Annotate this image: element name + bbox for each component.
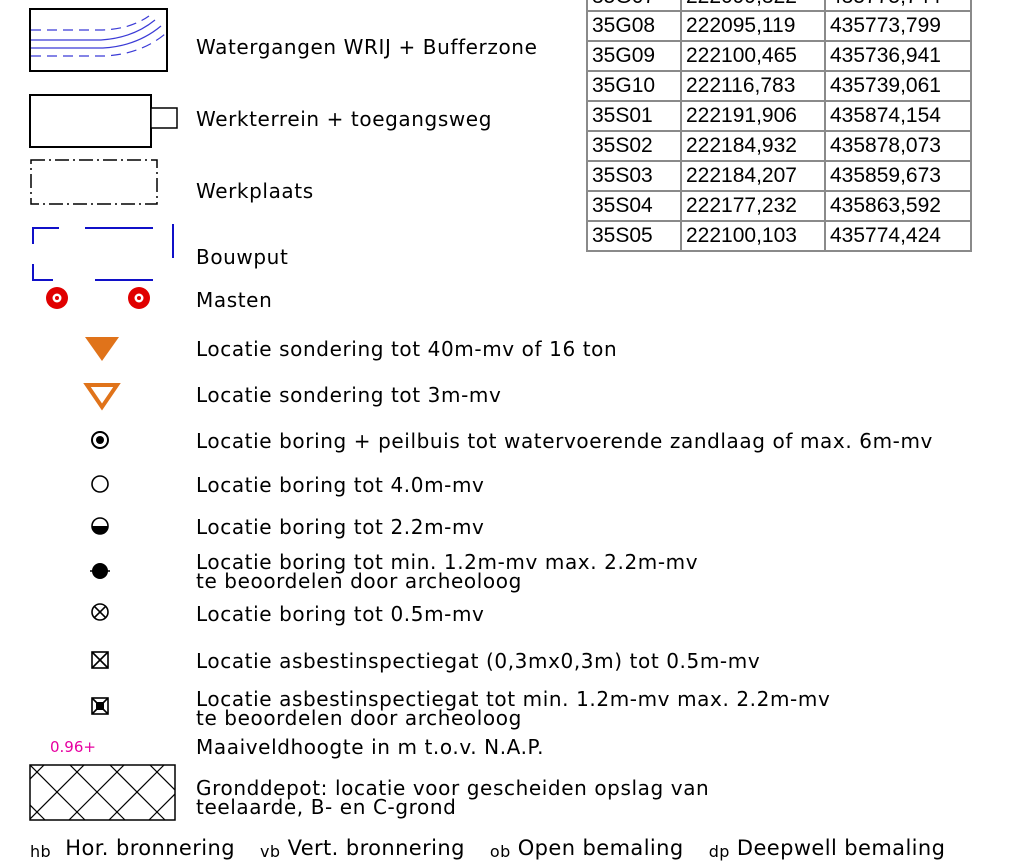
coordinate-cell-y: 435878,073 — [824, 130, 972, 162]
coordinate-row: 35S02 222184,932 435878,073 — [586, 130, 972, 162]
coordinate-cell-x: 222100,103 — [680, 220, 826, 252]
coordinate-cell-x: 222100,465 — [680, 40, 826, 72]
asbest-min-max-label-line2: te beoordelen door archeoloog — [196, 706, 522, 730]
werkterrein-symbol — [29, 94, 178, 148]
bemaling-label: Open bemaling — [517, 836, 684, 860]
coordinate-row: 35G08 222095,119 435773,799 — [586, 10, 972, 42]
boring-0-5m-icon — [91, 603, 109, 621]
bouwput-label: Bouwput — [196, 245, 289, 269]
coordinate-row: 35S03 222184,207 435859,673 — [586, 160, 972, 192]
coordinate-row: 35G07222099,322435775,744 — [586, 0, 972, 12]
coordinate-cell-y: 435773,799 — [824, 10, 972, 42]
bemaling-label: Deepwell bemaling — [736, 836, 946, 860]
bemaling-legend-row: hb Hor. bronnering vb Vert. bronnering o… — [30, 836, 963, 861]
coordinate-cell-id: 35G10 — [586, 70, 682, 102]
coordinate-cell-id: 35S04 — [586, 190, 682, 222]
coordinate-cell-id: 35S05 — [586, 220, 682, 252]
coordinate-cell-x: 222184,932 — [680, 130, 826, 162]
bemaling-item-dp: dp Deepwell bemaling — [708, 836, 946, 861]
masten-label: Masten — [196, 288, 273, 312]
coordinate-cell-y: 435859,673 — [824, 160, 972, 192]
watergangen-symbol — [29, 8, 168, 72]
coordinates-table-body: 35G07222099,322435775,74435G08222095,119… — [586, 0, 972, 252]
coordinate-cell-y: 435774,424 — [824, 220, 972, 252]
werkplaats-label: Werkplaats — [196, 179, 314, 203]
coordinate-cell-y: 435739,061 — [824, 70, 972, 102]
watergangen-label: Watergangen WRIJ + Bufferzone — [196, 35, 538, 59]
sondering-filled-triangle-icon — [85, 337, 119, 361]
sondering-40m-label: Locatie sondering tot 40m-mv of 16 ton — [196, 337, 618, 361]
bemaling-label: Vert. bronnering — [287, 836, 465, 860]
boring-peilbuis-label: Locatie boring + peilbuis tot watervoere… — [196, 429, 933, 453]
bemaling-label: Hor. bronnering — [65, 836, 235, 860]
bemaling-abbr: dp — [708, 842, 730, 861]
coordinate-row: 35S05 222100,103 435774,424 — [586, 220, 972, 252]
coordinate-row: 35G10 222116,783 435739,061 — [586, 70, 972, 102]
maaiveld-sample-value: 0.96+ — [50, 738, 96, 756]
coordinate-cell-id: 35S02 — [586, 130, 682, 162]
coordinates-table: 35G07222099,322435775,74435G08222095,119… — [586, 0, 972, 252]
maaiveld-label: Maaiveldhoogte in m t.o.v. N.A.P. — [196, 735, 545, 759]
boring-4m-label: Locatie boring tot 4.0m-mv — [196, 473, 485, 497]
coordinate-cell-x: 222099,322 — [680, 0, 826, 12]
coordinate-cell-id: 35S03 — [586, 160, 682, 192]
coordinate-cell-x: 222177,232 — [680, 190, 826, 222]
boring-peilbuis-icon — [91, 431, 109, 449]
coordinate-cell-id: 35G08 — [586, 10, 682, 42]
bemaling-item-vb: vb Vert. bronnering — [260, 836, 465, 861]
asbest-0-5m-label: Locatie asbestinspectiegat (0,3mx0,3m) t… — [196, 649, 761, 673]
mast-icon — [46, 287, 68, 309]
asbest-min-max-icon — [91, 697, 109, 715]
coordinate-cell-y: 435775,744 — [824, 0, 972, 12]
coordinate-cell-x: 222184,207 — [680, 160, 826, 192]
bemaling-abbr: vb — [260, 842, 281, 861]
sondering-hollow-triangle-icon — [83, 383, 121, 411]
coordinate-row: 35S04 222177,232 435863,592 — [586, 190, 972, 222]
bemaling-abbr: hb — [30, 842, 52, 861]
bemaling-abbr: ob — [489, 842, 511, 861]
asbest-0-5m-icon — [91, 651, 109, 669]
gronddepot-label-line2: teelaarde, B- en C-grond — [196, 795, 457, 819]
mast-icon — [128, 287, 150, 309]
werkterrein-label: Werkterrein + toegangsweg — [196, 107, 493, 131]
coordinate-cell-y: 435863,592 — [824, 190, 972, 222]
coordinate-cell-id: 35G09 — [586, 40, 682, 72]
boring-2-2m-icon — [91, 517, 109, 535]
coordinate-cell-x: 222116,783 — [680, 70, 826, 102]
coordinate-cell-x: 222191,906 — [680, 100, 826, 132]
bemaling-item-ob: ob Open bemaling — [489, 836, 684, 861]
coordinate-row: 35G09 222100,465 435736,941 — [586, 40, 972, 72]
coordinate-cell-id: 35S01 — [586, 100, 682, 132]
boring-0-5m-label: Locatie boring tot 0.5m-mv — [196, 602, 485, 626]
boring-min-max-label-line2: te beoordelen door archeoloog — [196, 569, 522, 593]
boring-4m-icon — [91, 475, 109, 493]
bouwput-symbol — [32, 224, 174, 281]
gronddepot-hatch-symbol — [29, 764, 176, 821]
coordinate-cell-y: 435736,941 — [824, 40, 972, 72]
coordinate-cell-y: 435874,154 — [824, 100, 972, 132]
coordinate-cell-id: 35G07 — [586, 0, 682, 12]
sondering-3m-label: Locatie sondering tot 3m-mv — [196, 383, 502, 407]
boring-min-max-icon — [90, 563, 110, 579]
coordinate-row: 35S01 222191,906 435874,154 — [586, 100, 972, 132]
bemaling-item-hb: hb Hor. bronnering — [30, 836, 235, 861]
coordinate-cell-x: 222095,119 — [680, 10, 826, 42]
boring-2-2m-label: Locatie boring tot 2.2m-mv — [196, 515, 485, 539]
werkplaats-symbol — [30, 159, 158, 205]
